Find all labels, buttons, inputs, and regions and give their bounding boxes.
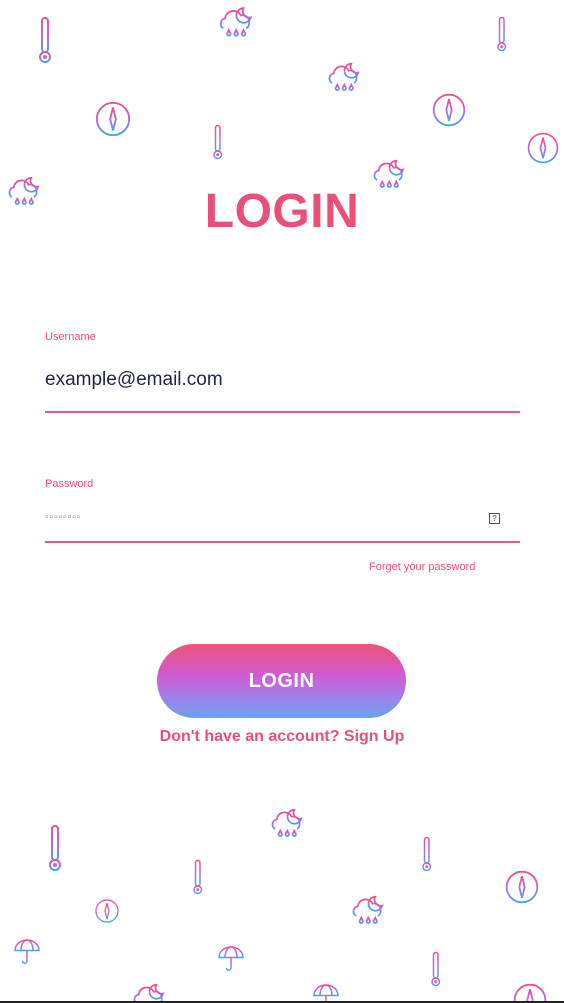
username-label: Username <box>45 331 96 343</box>
compass-icon <box>431 92 467 128</box>
thermometer-icon <box>427 951 443 987</box>
compass-icon <box>512 982 548 1003</box>
compass-icon <box>526 131 560 165</box>
cloud-rain-moon-icon <box>216 2 260 40</box>
password-visibility-toggle[interactable]: ? <box>489 513 500 524</box>
page-title: LOGIN <box>204 185 360 238</box>
signup-link[interactable]: Don't have an account? Sign Up <box>0 728 564 746</box>
compass-icon <box>504 869 540 905</box>
umbrella-icon <box>216 944 246 974</box>
login-screen: LOGIN Username Password ? Forget your pa… <box>0 0 564 1003</box>
thermometer-icon <box>44 824 64 872</box>
umbrella-icon <box>311 982 341 1003</box>
username-input[interactable] <box>45 366 520 394</box>
umbrella-icon <box>12 937 42 967</box>
cloud-rain-moon-icon <box>325 58 367 94</box>
compass-icon <box>94 898 120 924</box>
password-label: Password <box>45 478 94 490</box>
cloud-rain-moon-icon <box>130 979 172 1003</box>
thermometer-icon <box>209 124 225 160</box>
password-input[interactable] <box>45 507 465 527</box>
thermometer-icon <box>493 16 509 52</box>
thermometer-icon <box>34 16 54 64</box>
username-underline <box>45 411 520 413</box>
thermometer-icon <box>189 859 205 895</box>
password-underline <box>45 541 520 543</box>
compass-icon <box>94 100 132 138</box>
login-button[interactable]: LOGIN <box>157 644 406 718</box>
cloud-rain-moon-icon <box>268 804 310 840</box>
thermometer-icon <box>418 836 434 872</box>
forgot-password-link[interactable]: Forget your password <box>369 561 475 573</box>
cloud-rain-moon-icon <box>349 891 391 927</box>
